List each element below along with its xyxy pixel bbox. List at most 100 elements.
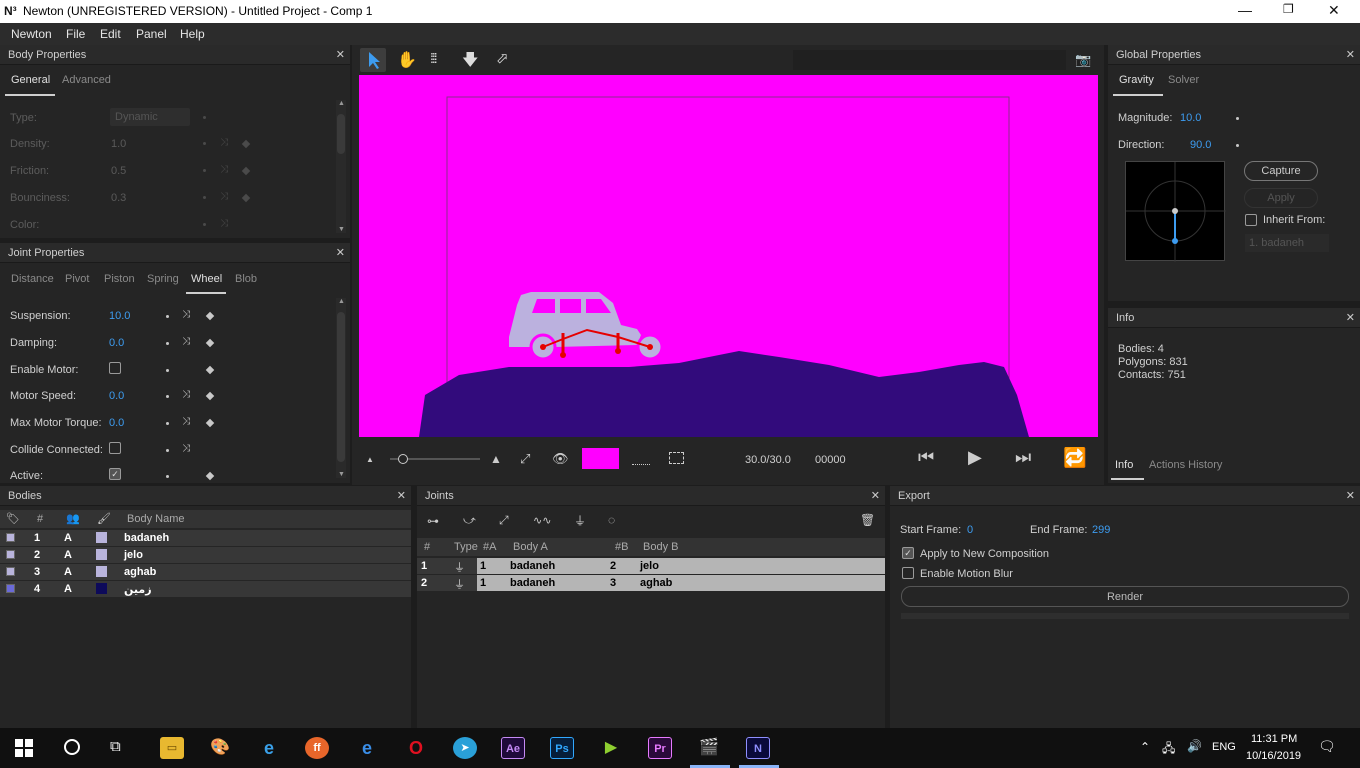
close-icon[interactable]: ✕ (336, 48, 345, 61)
tab-general[interactable]: General (11, 74, 50, 86)
scroll-down-icon[interactable]: ▼ (338, 471, 345, 478)
paint-icon[interactable]: 🎨 (208, 737, 232, 759)
close-icon[interactable]: ✕ (1346, 311, 1355, 324)
pivot-joint-icon[interactable]: ⤻ (463, 513, 476, 528)
table-row[interactable]: 1 Abadaneh (0, 530, 411, 546)
shuffle-icon[interactable]: ⤨ (182, 416, 190, 427)
minimize-button[interactable]: — (1238, 2, 1252, 18)
blob-joint-icon[interactable]: ◌ (608, 513, 615, 527)
table-row[interactable]: 4 A زمین (0, 581, 411, 597)
apply-button[interactable]: Apply (1244, 188, 1318, 208)
tab-info[interactable]: Info (1115, 459, 1133, 471)
shuffle-icon[interactable]: ⤨ (182, 309, 190, 320)
background-color-swatch[interactable] (582, 448, 619, 469)
inherit-from-dropdown[interactable]: 1. badaneh (1245, 234, 1329, 252)
close-icon[interactable]: ✕ (1346, 489, 1355, 502)
body-color-swatch[interactable] (96, 566, 107, 577)
friction-value[interactable]: 0.5 (111, 165, 126, 177)
inherit-from-checkbox[interactable] (1245, 214, 1257, 226)
gravity-direction-widget[interactable] (1125, 161, 1226, 262)
media-player-icon[interactable]: ▶ (599, 737, 623, 759)
scroll-down-icon[interactable]: ▼ (338, 226, 345, 233)
volume-icon[interactable]: 🔊 (1187, 739, 1202, 753)
firefox-icon[interactable]: ff (305, 737, 329, 759)
clock-time[interactable]: 11:31 PM (1251, 733, 1297, 745)
telegram-icon[interactable]: ➤ (453, 737, 477, 759)
trash-icon[interactable]: 🗑 (860, 513, 875, 527)
search-icon[interactable] (64, 739, 80, 755)
menu-newton[interactable]: Newton (11, 27, 52, 41)
task-view-icon[interactable]: ⧉ (110, 738, 121, 755)
end-frame-value[interactable]: 299 (1092, 524, 1110, 536)
close-button[interactable]: ✕ (1328, 2, 1340, 19)
gravity-arrow-icon[interactable]: 🡇 (462, 49, 478, 76)
scroll-thumb[interactable] (337, 114, 345, 154)
skip-back-icon[interactable]: ⏮ (918, 447, 934, 468)
bounds-toggle-icon[interactable] (669, 452, 684, 464)
clock-date[interactable]: 10/16/2019 (1246, 750, 1301, 762)
apply-to-new-comp-checkbox[interactable]: ✓ (902, 547, 914, 559)
keyframe-diamond-icon[interactable] (205, 391, 215, 401)
premiere-icon[interactable]: Pr (648, 737, 672, 759)
piston-joint-icon[interactable]: ⤢ (499, 513, 509, 528)
chevron-up-icon[interactable]: ⌃ (1140, 740, 1150, 754)
zoom-fit-icon[interactable]: ⤢ (520, 451, 530, 467)
file-explorer-icon[interactable]: ▭ (160, 737, 184, 759)
simulation-stage[interactable] (359, 75, 1098, 437)
max-motor-torque-value[interactable]: 0.0 (109, 417, 124, 429)
direction-value[interactable]: 90.0 (1190, 139, 1211, 151)
body-color-swatch[interactable] (96, 549, 107, 560)
body-color-swatch[interactable] (96, 583, 107, 594)
shuffle-icon[interactable]: ⤨ (182, 389, 190, 400)
active-checkbox[interactable]: ✓ (109, 468, 121, 480)
zoom-out-icon[interactable]: ▲ (366, 455, 374, 464)
eye-icon[interactable]: 👁 (552, 451, 569, 467)
type-dropdown[interactable]: Dynamic (110, 108, 190, 126)
edge-icon[interactable]: e (355, 737, 379, 759)
tag-color-swatch[interactable] (6, 567, 15, 576)
notifications-icon[interactable]: 🗨 (1318, 738, 1336, 755)
motion-blur-checkbox[interactable] (902, 567, 914, 579)
menu-panel[interactable]: Panel (136, 27, 167, 41)
zoom-in-icon[interactable]: ▲ (490, 452, 502, 466)
body-color-swatch[interactable] (96, 532, 107, 543)
start-frame-value[interactable]: 0 (967, 524, 973, 536)
distance-joint-icon[interactable]: ⊶ (427, 514, 439, 528)
menu-file[interactable]: File (66, 27, 85, 41)
scrollbar[interactable]: ▲ ▼ (336, 298, 346, 478)
opera-icon[interactable]: O (404, 737, 428, 759)
keyframe-diamond-icon[interactable] (205, 471, 215, 481)
play-icon[interactable]: ▶ (968, 447, 982, 468)
keyframe-diamond-icon[interactable] (205, 365, 215, 375)
render-button[interactable]: Render (901, 586, 1349, 607)
tab-spring[interactable]: Spring (147, 273, 179, 285)
shuffle-icon[interactable]: ⤨ (182, 443, 190, 454)
table-row[interactable]: 2 Ajelo (0, 547, 411, 563)
tab-gravity[interactable]: Gravity (1119, 74, 1154, 86)
internet-explorer-icon[interactable]: e (257, 737, 281, 759)
tab-blob[interactable]: Blob (235, 273, 257, 285)
table-row[interactable]: 1 ⏚ 1 badaneh 2 jelo (417, 558, 885, 574)
table-row[interactable]: 3 Aaghab (0, 564, 411, 580)
network-icon[interactable]: 🖧 (1162, 739, 1175, 760)
tab-piston[interactable]: Piston (104, 273, 135, 285)
tag-color-swatch[interactable] (6, 533, 15, 542)
after-effects-icon[interactable]: Ae (501, 737, 525, 759)
zoom-slider-handle[interactable] (398, 454, 408, 464)
clapper-icon[interactable]: 🎬 (697, 737, 721, 759)
loop-icon[interactable]: 🔁 (1063, 446, 1087, 470)
close-icon[interactable]: ✕ (336, 246, 345, 259)
drag-arrow-icon[interactable]: ⬀ (496, 49, 509, 67)
spring-joint-icon[interactable]: ∿∿ (533, 514, 551, 527)
camera-icon[interactable]: 📷 (1075, 52, 1091, 68)
close-icon[interactable]: ✕ (397, 489, 406, 502)
tab-distance[interactable]: Distance (11, 273, 54, 285)
magnitude-value[interactable]: 10.0 (1180, 112, 1201, 124)
keyframe-diamond-icon[interactable] (205, 338, 215, 348)
keyframe-diamond-icon[interactable] (205, 418, 215, 428)
scroll-up-icon[interactable]: ▲ (338, 298, 345, 305)
scroll-thumb[interactable] (337, 312, 345, 462)
tab-wheel[interactable]: Wheel (191, 273, 222, 285)
menu-edit[interactable]: Edit (100, 27, 121, 41)
photoshop-icon[interactable]: Ps (550, 737, 574, 759)
